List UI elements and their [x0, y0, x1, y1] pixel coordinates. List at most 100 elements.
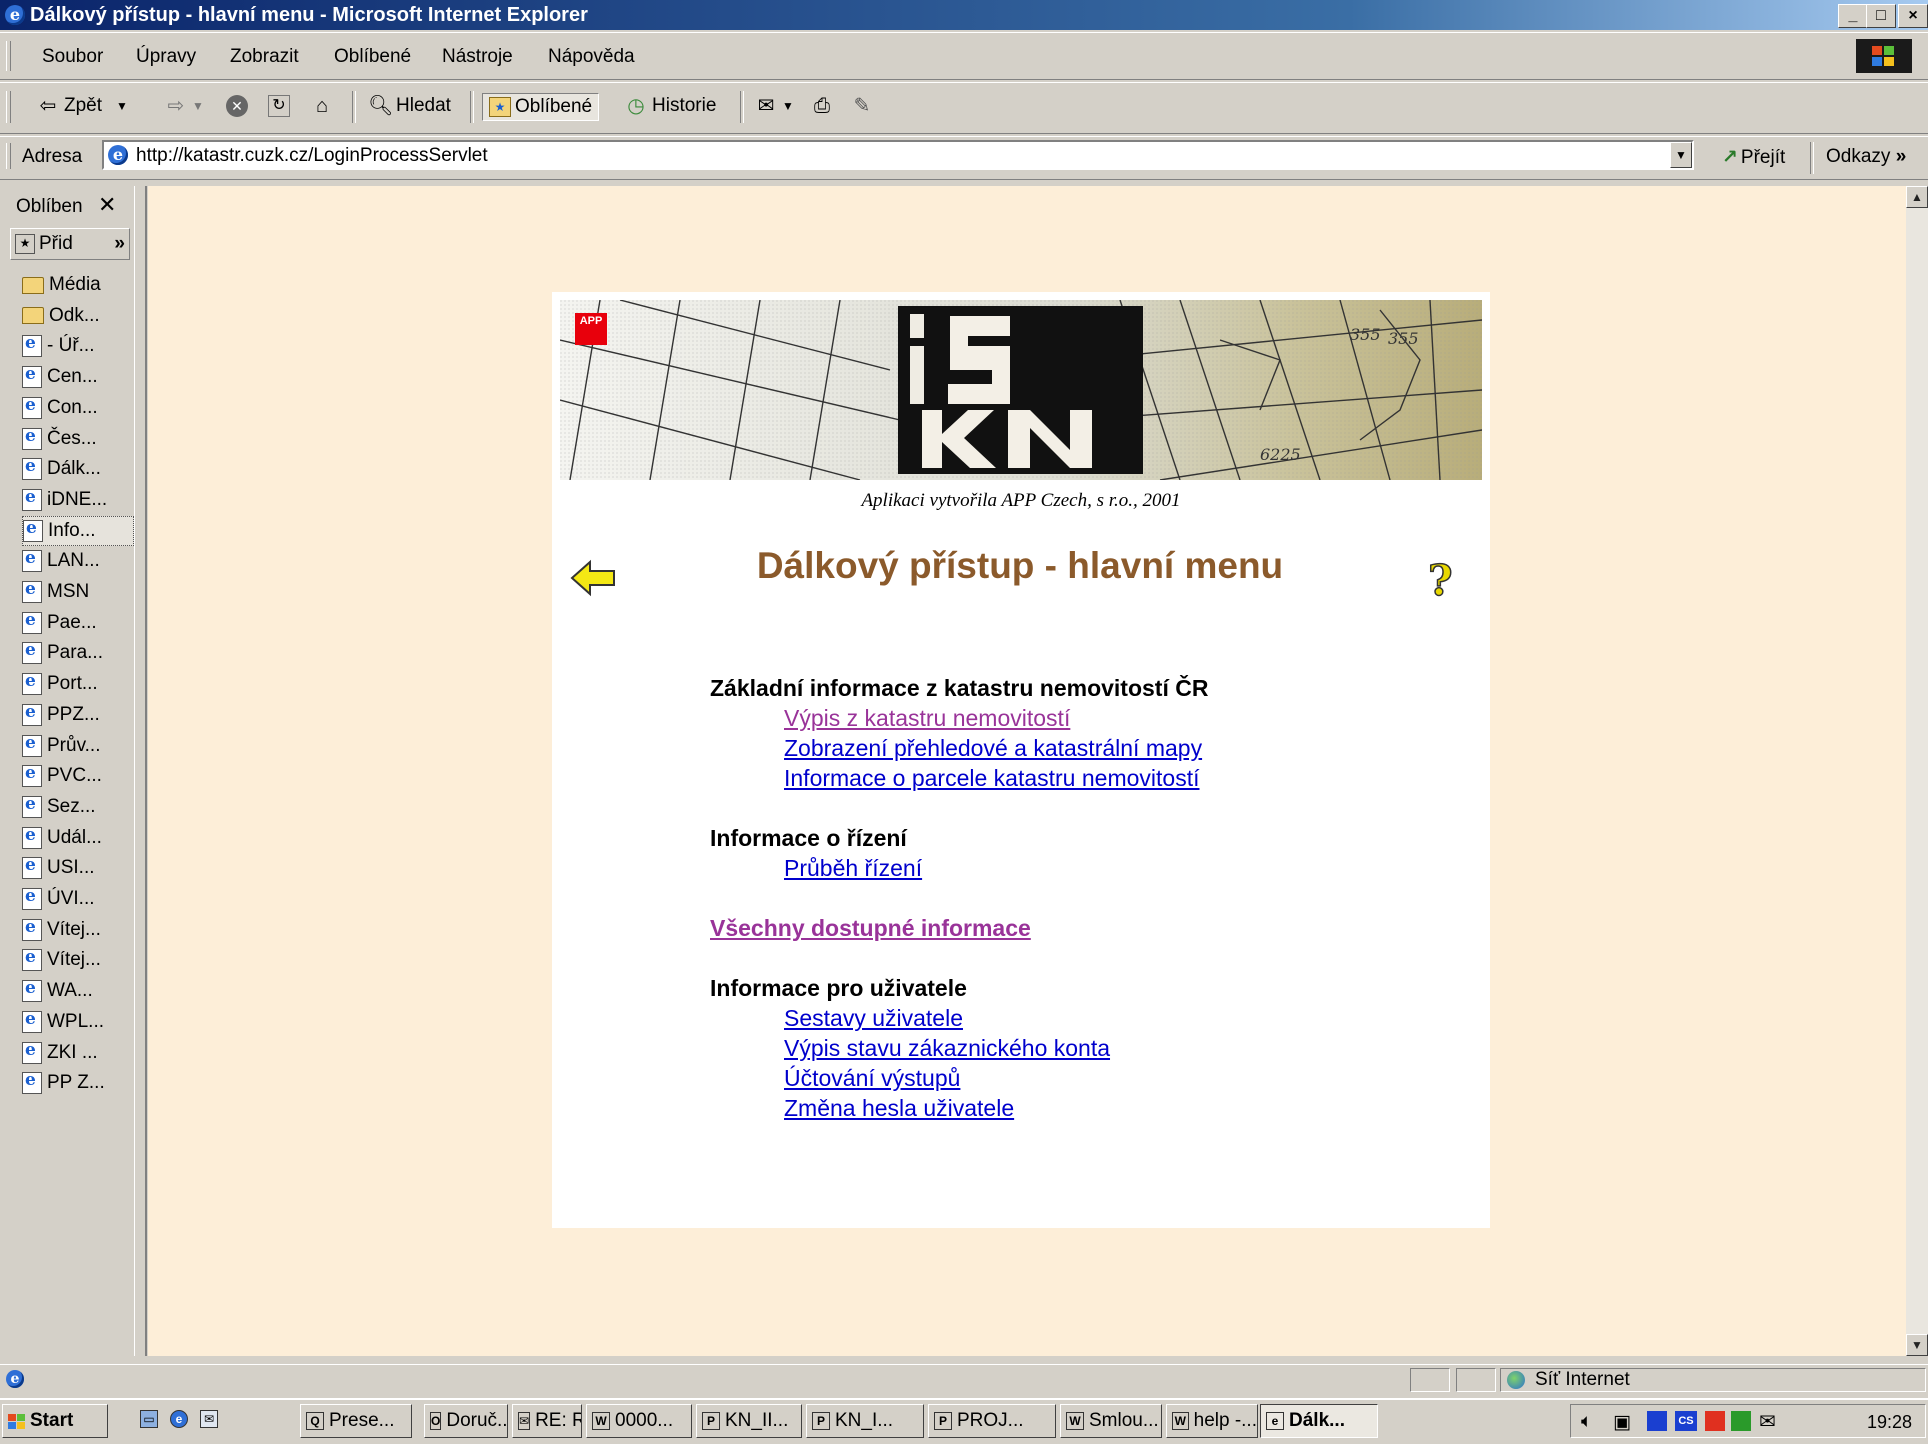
menu-soubor[interactable]: Soubor — [42, 46, 103, 68]
volume-icon[interactable]: 🔈︎ — [1581, 1411, 1592, 1433]
mail-button[interactable]: ✉ ▼ — [754, 93, 794, 119]
favorite-item[interactable]: ÚVI... — [22, 884, 134, 914]
maximize-button[interactable]: □ — [1866, 4, 1896, 28]
address-url[interactable]: http://katastr.cuzk.cz/LoginProcessServl… — [136, 145, 488, 167]
toolbar-grip[interactable] — [6, 91, 11, 123]
add-favorite-button[interactable]: ★ Přid » — [10, 228, 130, 260]
taskbar-task[interactable]: e Dálk... — [1260, 1404, 1378, 1438]
favorite-item[interactable]: Sez... — [22, 792, 134, 822]
stop-button[interactable]: ✕ — [226, 93, 248, 119]
favorite-item[interactable]: Vítej... — [22, 945, 134, 975]
link-informace-parcele[interactable]: Informace o parcele katastru nemovitostí — [784, 765, 1199, 792]
favorite-item[interactable]: PP Z... — [22, 1068, 134, 1098]
search-button[interactable]: 🔍︎ Hledat — [368, 93, 451, 119]
favorite-item[interactable]: Para... — [22, 638, 134, 668]
print-button[interactable]: ⎙ — [810, 93, 834, 119]
close-button[interactable]: × — [1898, 4, 1928, 28]
update-icon[interactable] — [1731, 1411, 1751, 1431]
favorite-item[interactable]: USI... — [22, 853, 134, 883]
scroll-down-button[interactable]: ▼ — [1906, 1334, 1928, 1356]
task-label: 0000... — [615, 1410, 674, 1431]
favorite-item[interactable]: Dálk... — [22, 454, 134, 484]
taskbar-task[interactable]: Q Prese... — [300, 1404, 412, 1438]
minimize-button[interactable]: _ — [1838, 4, 1868, 28]
address-dropdown-button[interactable]: ▼ — [1670, 142, 1692, 168]
history-button[interactable]: ◷ Historie — [624, 93, 716, 119]
favorite-item[interactable]: Udál... — [22, 823, 134, 853]
taskbar-task[interactable]: P PROJ... — [928, 1404, 1056, 1438]
link-vypis-katastru[interactable]: Výpis z katastru nemovitostí — [784, 705, 1070, 732]
ie-launch-icon[interactable]: e — [170, 1410, 188, 1428]
favorite-item[interactable]: Con... — [22, 393, 134, 423]
vertical-scrollbar[interactable]: ▲ ▼ — [1906, 186, 1928, 1356]
taskbar-task[interactable]: Whelp -... — [1166, 1404, 1258, 1438]
home-button[interactable]: ⌂ — [310, 93, 334, 119]
address-grip[interactable] — [6, 143, 11, 169]
favorite-item[interactable]: Čes... — [22, 424, 134, 454]
favorite-item[interactable]: Média — [22, 270, 134, 300]
go-button[interactable]: ↗ Přejít — [1722, 146, 1785, 169]
favorite-item[interactable]: LAN... — [22, 546, 134, 576]
chevron-down-icon[interactable]: ▼ — [782, 99, 794, 113]
favorite-item[interactable]: MSN — [22, 577, 134, 607]
favorite-item[interactable]: Odk... — [22, 301, 134, 331]
links-button[interactable]: Odkazy » — [1826, 146, 1906, 168]
favorite-item[interactable]: Cen... — [22, 362, 134, 392]
media-icon[interactable] — [1647, 1411, 1667, 1431]
favorite-item[interactable]: ZKI ... — [22, 1038, 134, 1068]
taskbar-task[interactable]: O Doruč... — [424, 1404, 508, 1438]
menu-nastroje[interactable]: Nástroje — [442, 46, 513, 68]
favorite-item[interactable]: Port... — [22, 669, 134, 699]
link-vsechny-informace[interactable]: Všechny dostupné informace — [710, 915, 1031, 942]
menu-zobrazit[interactable]: Zobrazit — [230, 46, 299, 68]
pane-splitter[interactable] — [134, 186, 147, 1356]
start-button[interactable]: Start — [2, 1404, 108, 1438]
clock[interactable]: 19:28 — [1867, 1412, 1912, 1433]
show-desktop-icon[interactable]: ▭ — [140, 1410, 158, 1428]
favorite-item[interactable]: Info... — [22, 515, 134, 546]
close-pane-icon[interactable]: ✕ — [98, 192, 116, 218]
back-arrow-icon[interactable] — [568, 558, 618, 598]
link-vypis-konta[interactable]: Výpis stavu zákaznického konta — [784, 1035, 1110, 1062]
back-button[interactable]: ⇦ Zpět ▼ — [36, 93, 128, 119]
favorite-item[interactable]: Vítej... — [22, 915, 134, 945]
taskbar-task[interactable]: P KN_II... — [696, 1404, 802, 1438]
taskbar-task[interactable]: W Smlou... — [1060, 1404, 1162, 1438]
mail-tray-icon[interactable]: ✉ — [1759, 1409, 1776, 1434]
taskbar-task[interactable]: P KN_I... — [806, 1404, 924, 1438]
link-prubeh-rizeni[interactable]: Průběh řízení — [784, 855, 922, 882]
address-input[interactable]: e http://katastr.cuzk.cz/LoginProcessSer… — [102, 140, 1694, 170]
menu-upravy[interactable]: Úpravy — [136, 46, 196, 68]
language-indicator[interactable]: CS — [1675, 1411, 1697, 1431]
chevron-down-icon[interactable]: ▼ — [116, 99, 128, 113]
edit-button[interactable]: ✎ — [850, 93, 874, 119]
favorite-item[interactable]: iDNE... — [22, 485, 134, 515]
favorite-item[interactable]: Pae... — [22, 608, 134, 638]
link-zmena-hesla[interactable]: Změna hesla uživatele — [784, 1095, 1014, 1122]
cadastral-map-image: 355 355 6225 — [560, 300, 1482, 480]
outlook-launch-icon[interactable]: ✉ — [200, 1410, 218, 1428]
favorite-item[interactable]: Prův... — [22, 731, 134, 761]
favorite-item[interactable]: WPL... — [22, 1007, 134, 1037]
menu-oblibene[interactable]: Oblíbené — [334, 46, 411, 68]
refresh-button[interactable]: ↻ — [268, 93, 290, 119]
forward-button[interactable]: ⇨ ▼ — [164, 93, 204, 119]
taskbar-task[interactable]: ✉RE: R... — [512, 1404, 582, 1438]
link-sestavy-uzivatele[interactable]: Sestavy uživatele — [784, 1005, 963, 1032]
menubar-grip[interactable] — [6, 41, 11, 71]
favorite-item[interactable]: PPZ... — [22, 700, 134, 730]
favorites-button[interactable]: ★ Oblíbené — [482, 93, 600, 121]
scroll-up-button[interactable]: ▲ — [1906, 186, 1928, 208]
chevron-down-icon[interactable]: ▼ — [192, 99, 204, 113]
antivirus-icon[interactable] — [1705, 1411, 1725, 1431]
menu-napoveda[interactable]: Nápověda — [548, 46, 635, 68]
network-icon[interactable]: ▣ — [1613, 1411, 1631, 1434]
favorite-item[interactable]: PVC... — [22, 761, 134, 791]
link-uctovani-vystupu[interactable]: Účtování výstupů — [784, 1065, 960, 1092]
taskbar-task[interactable]: W 0000... — [586, 1404, 692, 1438]
window-titlebar[interactable]: e Dálkový přístup - hlavní menu - Micros… — [0, 0, 1928, 30]
favorite-item[interactable]: WA... — [22, 976, 134, 1006]
favorite-item[interactable]: - Úř... — [22, 331, 134, 361]
help-icon[interactable]: ? — [1427, 555, 1453, 606]
link-zobrazeni-mapy[interactable]: Zobrazení přehledové a katastrální mapy — [784, 735, 1202, 762]
